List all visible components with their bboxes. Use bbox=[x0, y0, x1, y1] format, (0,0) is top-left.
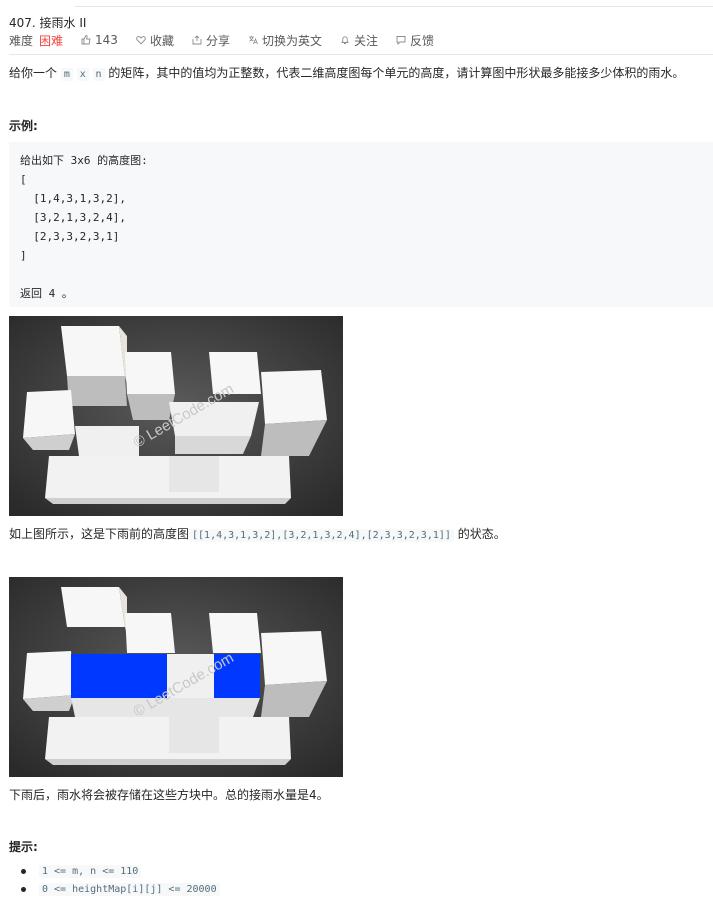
follow-button[interactable]: 关注 bbox=[340, 32, 378, 49]
translate-icon bbox=[248, 35, 258, 45]
problem-description: 给你一个 m x n 的矩阵，其中的值均为正整数，代表二维高度图每个单元的高度，… bbox=[9, 65, 684, 83]
heightmap-before-rain-image: © LeetCode.com bbox=[9, 316, 343, 516]
caption1-code: [[1,4,3,1,3,2],[3,2,1,3,2,4],[2,3,3,2,3,… bbox=[189, 529, 454, 542]
figure1-caption: 如上图所示，这是下雨前的高度图 [[1,4,3,1,3,2],[3,2,1,3,2… bbox=[9, 526, 506, 544]
heightmap-after-rain-image: © LeetCode.com bbox=[9, 577, 343, 777]
hint-constraint-height: 0 <= heightMap[i][j] <= 20000 bbox=[39, 882, 220, 896]
description-prefix: 给你一个 bbox=[9, 66, 61, 80]
caption1-prefix: 如上图所示，这是下雨前的高度图 bbox=[9, 527, 190, 541]
difficulty-badge: 困难 bbox=[39, 33, 64, 48]
share-label: 分享 bbox=[205, 33, 230, 48]
bullet-icon bbox=[21, 886, 26, 892]
top-divider bbox=[75, 0, 713, 7]
switch-language-label: 切换为英文 bbox=[261, 33, 322, 48]
description-suffix: 的矩阵，其中的值均为正整数，代表二维高度图每个单元的高度，请计算图中形状最多能接… bbox=[104, 66, 685, 80]
bell-icon bbox=[340, 35, 350, 45]
favorite-label: 收藏 bbox=[149, 33, 174, 48]
hints-list: 1 <= m, n <= 110 0 <= heightMap[i][j] <=… bbox=[9, 862, 220, 898]
problem-title: 407. 接雨水 II bbox=[9, 16, 87, 30]
bullet-icon bbox=[21, 868, 26, 874]
difficulty-info: 难度 困难 bbox=[9, 32, 63, 49]
like-count: 143 bbox=[95, 33, 118, 47]
figure2-caption: 下雨后，雨水将会被存储在这些方块中。总的接雨水量是4。 bbox=[9, 788, 329, 802]
follow-label: 关注 bbox=[353, 33, 378, 48]
code-m: m bbox=[60, 68, 73, 81]
like-button[interactable]: 143 bbox=[81, 33, 118, 47]
feedback-button[interactable]: 反馈 bbox=[396, 32, 434, 49]
hints-heading: 提示: bbox=[9, 840, 38, 854]
favorite-button[interactable]: 收藏 bbox=[136, 32, 174, 49]
hint-constraint-dimensions: 1 <= m, n <= 110 bbox=[39, 864, 142, 878]
header-divider bbox=[9, 54, 713, 55]
example-code-block: 给出如下 3x6 的高度图: [ [1,4,3,1,3,2], [3,2,1,3… bbox=[9, 142, 713, 307]
hint-item: 0 <= heightMap[i][j] <= 20000 bbox=[9, 880, 220, 898]
example-heading: 示例: bbox=[9, 119, 38, 133]
share-icon bbox=[192, 35, 202, 45]
thumbs-up-icon bbox=[81, 35, 91, 45]
message-icon bbox=[396, 35, 406, 46]
caption1-suffix: 的状态。 bbox=[453, 527, 506, 541]
problem-meta-bar: 难度 困难 143 收藏 分享 切换为英文 关注 反馈 bbox=[9, 31, 713, 49]
share-button[interactable]: 分享 bbox=[192, 32, 230, 49]
code-n: n bbox=[92, 68, 105, 81]
code-x: x bbox=[76, 68, 89, 81]
difficulty-label: 难度 bbox=[9, 33, 34, 48]
heart-icon bbox=[136, 35, 146, 45]
switch-language-button[interactable]: 切换为英文 bbox=[248, 32, 322, 49]
hint-item: 1 <= m, n <= 110 bbox=[9, 862, 220, 880]
feedback-label: 反馈 bbox=[410, 33, 435, 48]
